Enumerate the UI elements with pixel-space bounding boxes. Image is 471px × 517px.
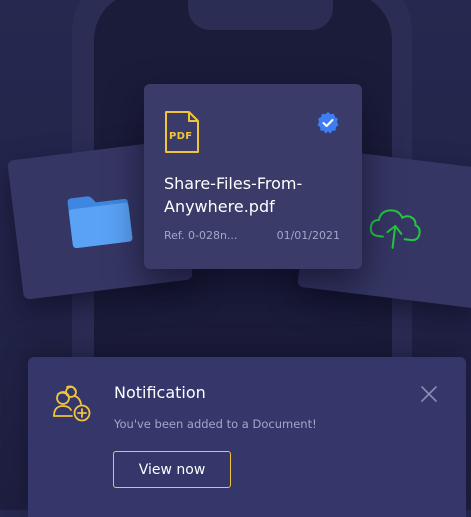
close-icon[interactable] xyxy=(420,385,438,403)
verified-check-icon xyxy=(317,112,339,134)
phone-notch xyxy=(188,0,333,30)
file-name: Share-Files-From-Anywhere.pdf xyxy=(164,174,303,216)
view-now-button[interactable]: View now xyxy=(113,451,231,488)
notification-title: Notification xyxy=(114,383,206,402)
file-reference: Ref. 0-028n... xyxy=(164,229,238,242)
file-date: 01/01/2021 xyxy=(276,229,340,242)
cloud-upload-icon xyxy=(369,209,421,249)
notification-panel: Notification You've been added to a Docu… xyxy=(28,357,466,517)
notification-message: You've been added to a Document! xyxy=(114,417,317,431)
pdf-badge-label: PDF xyxy=(169,131,193,142)
folder-icon xyxy=(67,196,133,249)
file-card[interactable]: PDF Share-Files-From-Anywhere.pdf Ref. 0… xyxy=(144,84,362,269)
add-user-icon xyxy=(53,385,91,422)
